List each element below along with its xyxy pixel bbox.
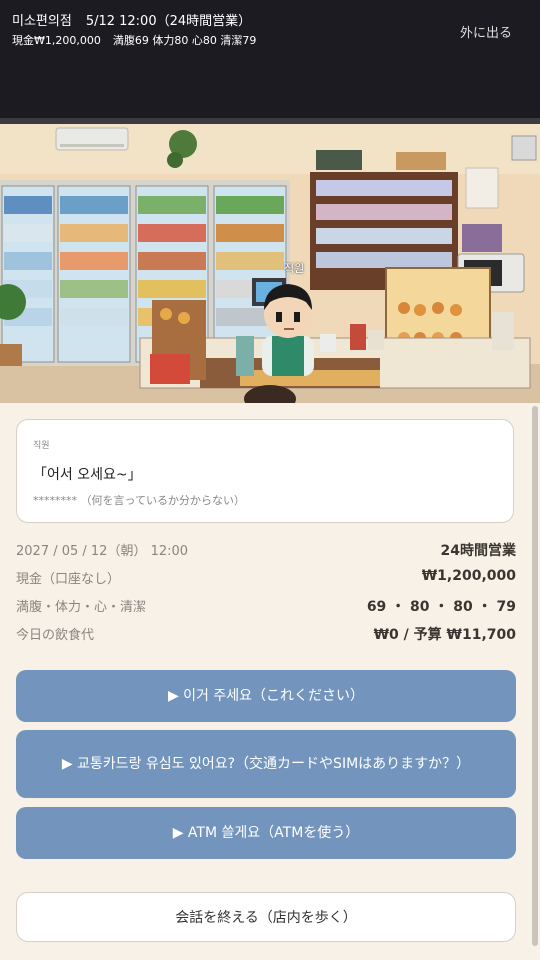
action-use-atm-button[interactable]: ▶ ATM 쓸게요（ATMを使う） [16, 807, 516, 859]
date-label: 2027 / 05 / 12（朝） 12:00 [16, 544, 189, 559]
location-time: 미소편의점 5/12 12:00（24時間営業） [12, 10, 251, 29]
obscured-text: ******** [33, 494, 77, 507]
store-name: 미소편의점 [12, 14, 72, 29]
scrollbar[interactable] [532, 406, 538, 946]
action-buy-button[interactable]: ▶ 이거 주세요（これください） [16, 670, 516, 722]
datetime: 5/12 12:00（24時間営業） [85, 14, 252, 29]
status-row-date: 2027 / 05 / 12（朝） 12:00 24時間営業 [16, 538, 516, 562]
end-conversation-button[interactable]: 会話を終える（店内を歩く） [16, 892, 516, 942]
hours-value: 24時間営業 [440, 543, 516, 559]
exit-button[interactable]: 外に出る [460, 22, 512, 41]
cash-value: ₩1,200,000 [421, 568, 516, 584]
translation-text: （何を言っているか分からない） [80, 494, 245, 507]
status-row-food: 今日の飲食代 ₩0 / 予算 ₩11,700 [16, 622, 516, 646]
player-stats-summary: 現金₩1,200,000 満腹69 体力80 心80 清潔79 [12, 32, 256, 48]
vitals-label: 満腹・体力・心・清潔 [16, 600, 147, 615]
vitals-value: 69 ・ 80 ・ 80 ・ 79 [366, 599, 516, 615]
food-value: ₩0 / 予算 ₩11,700 [373, 627, 516, 643]
food-label: 今日の飲食代 [16, 628, 95, 643]
vitals-summary: 満腹69 体力80 心80 清潔79 [112, 34, 257, 47]
status-row-cash: 現金（口座なし） ₩1,200,000 [16, 566, 516, 590]
cash-summary: 現金₩1,200,000 [12, 34, 101, 47]
top-status-bar: 미소편의점 5/12 12:00（24時間営業） 現金₩1,200,000 満腹69… [0, 0, 540, 124]
speech-translation: ******** （何を言っているか分からない） [33, 492, 245, 508]
action-ask-card-sim-button[interactable]: ▶ 교통카드랑 유심도 있어요?（交通カードやSIMはありますか？） [16, 730, 516, 798]
speech-bubble: 직원 「어서 오세요~」 ******** （何を言っているか分からない） [16, 419, 514, 523]
staff-name-tag: 직원 [284, 262, 305, 275]
cash-label: 現金（口座なし） [16, 572, 121, 587]
speech-korean: 「어서 오세요~」 [33, 467, 142, 483]
convenience-store-scene: 직원 [0, 124, 540, 403]
status-row-vitals: 満腹・体力・心・清潔 69 ・ 80 ・ 80 ・ 79 [16, 594, 516, 618]
speaker-name: 직원 [33, 441, 50, 451]
store-illustration [0, 124, 540, 403]
